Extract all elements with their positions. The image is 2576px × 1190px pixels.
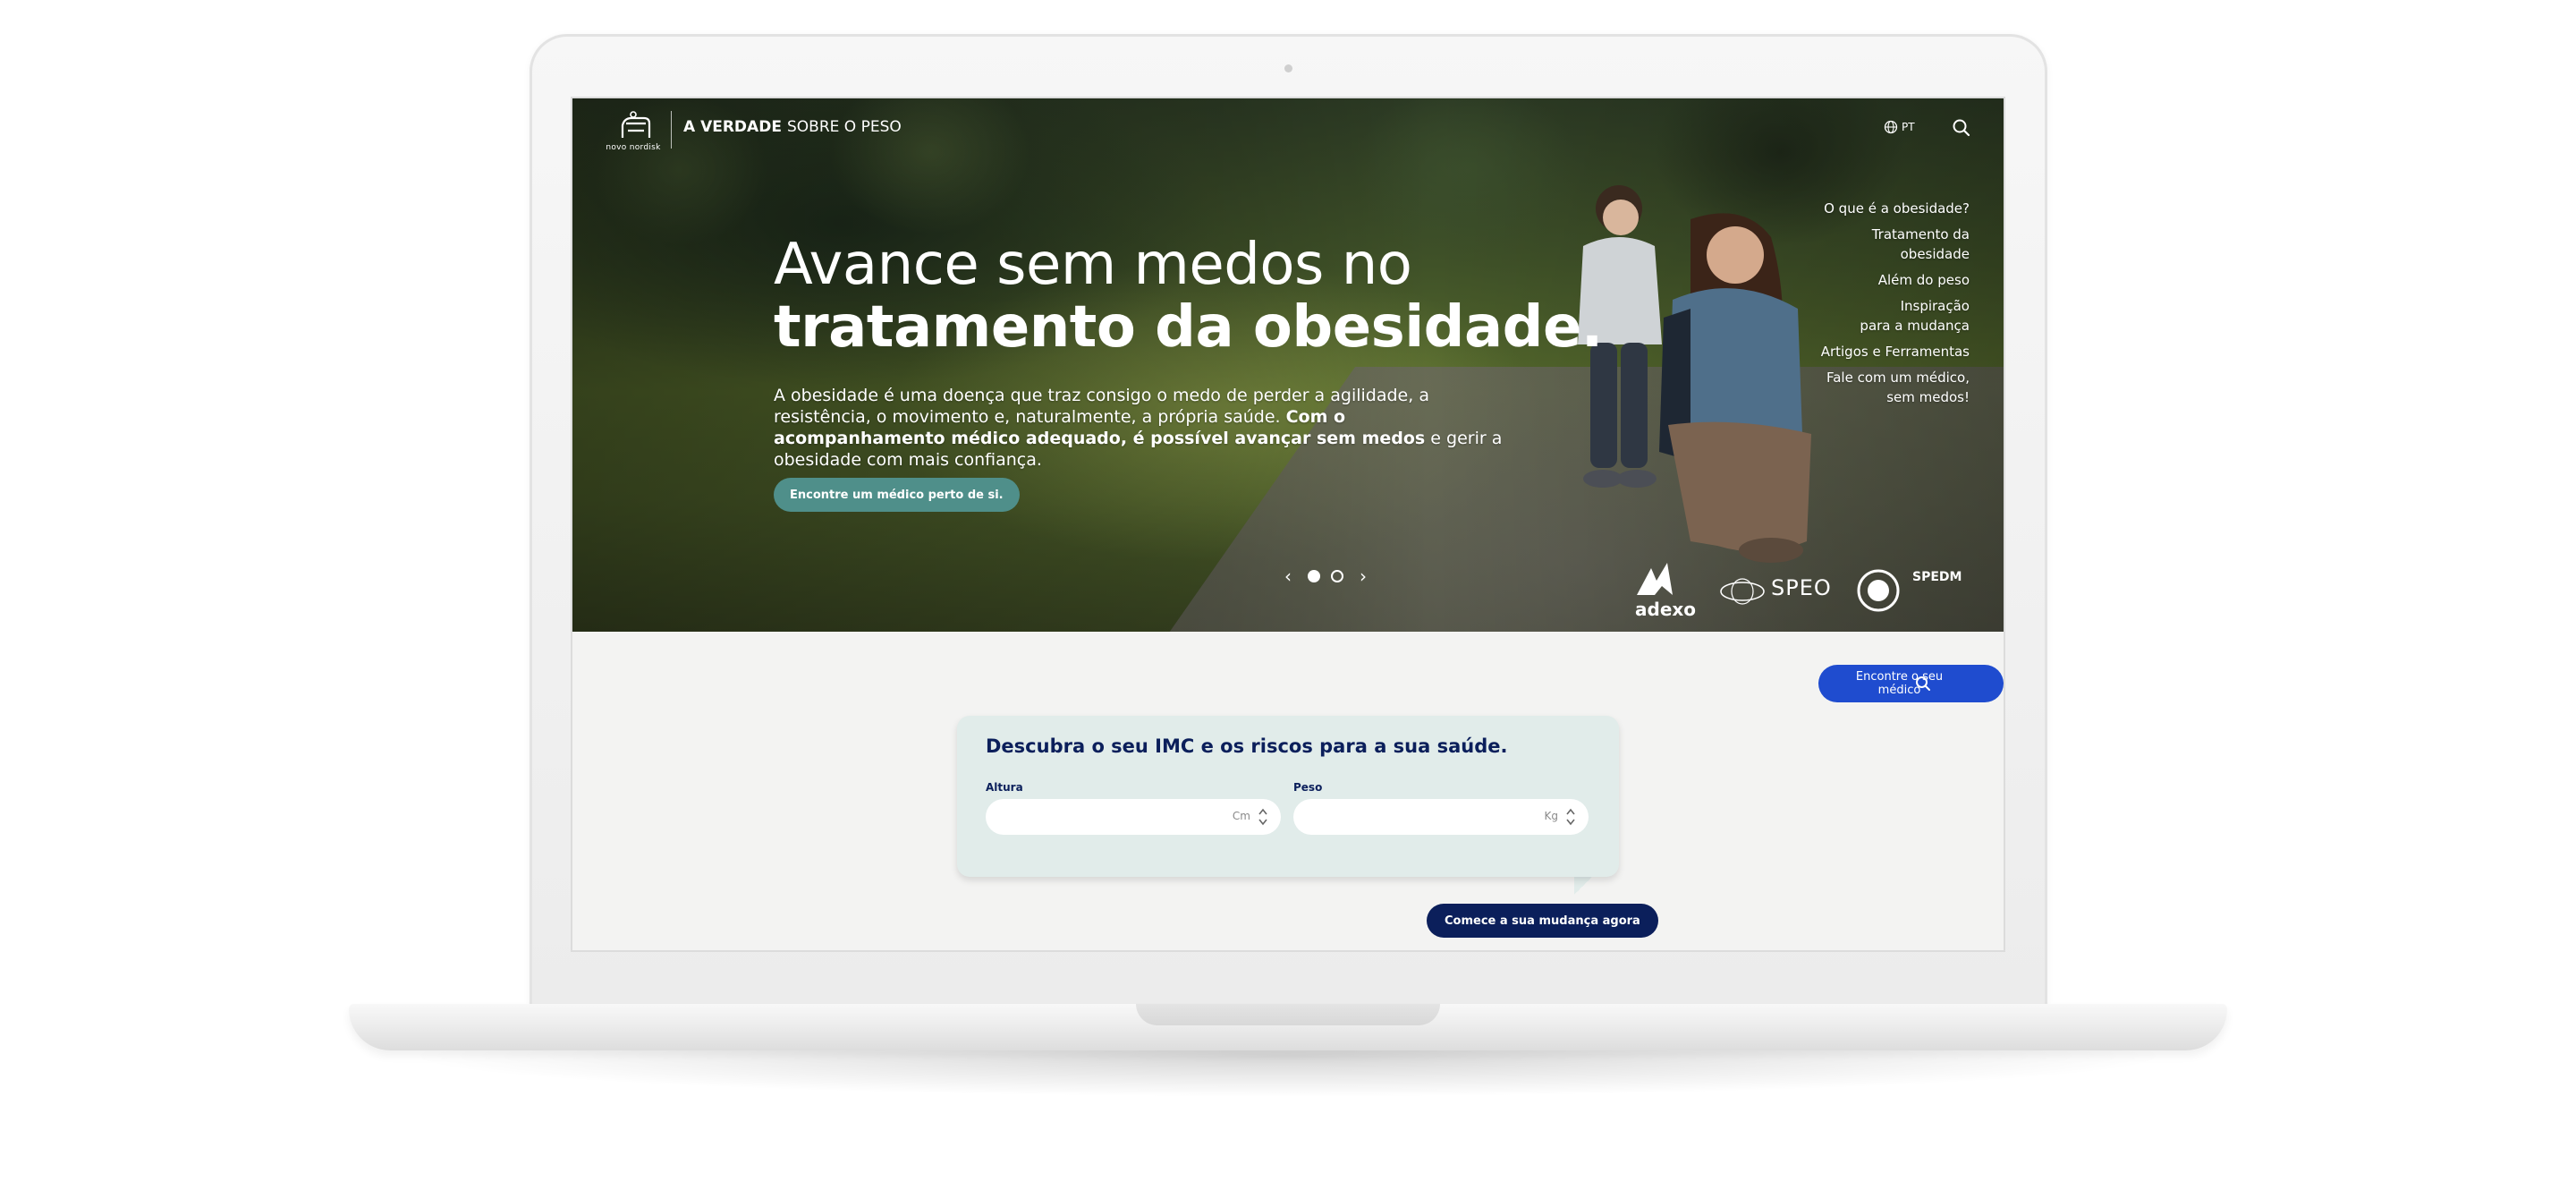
spedm-logo-text: SPEDM — [1912, 570, 1962, 584]
side-navigation: O que é a obesidade? Tratamento da obesi… — [1791, 199, 1970, 413]
nav-item-talk-to-doctor[interactable]: Fale com um médico, sem medos! — [1791, 368, 1970, 407]
logo-text: novo nordisk — [606, 143, 661, 152]
weight-field[interactable]: Kg — [1293, 799, 1589, 835]
site-header: novo nordisk A VERDADE SOBRE O PESO PT — [572, 98, 2004, 161]
spedm-logo: SPEDM — [1852, 568, 1986, 613]
find-doctor-near-you-button[interactable]: Encontre um médico perto de si. — [774, 478, 1020, 512]
adexo-logo: adexo — [1628, 559, 1699, 622]
hero-title: Avance sem medos no tratamento da obesid… — [774, 233, 1603, 358]
hero-title-line2: tratamento da obesidade. — [774, 294, 1603, 361]
speo-logo: SPEO — [1717, 575, 1843, 611]
find-doctor-search-icon — [1916, 676, 1930, 691]
height-stepper-icon[interactable] — [1258, 806, 1268, 828]
hero-description: A obesidade é uma doença que traz consig… — [774, 385, 1516, 471]
weight-stepper-icon[interactable] — [1565, 806, 1576, 828]
brand-title-bold[interactable]: A VERDADE — [683, 118, 782, 136]
nav-item-inspiration[interactable]: Inspiração para a mudança — [1791, 296, 1970, 336]
carousel-prev-icon[interactable]: ‹ — [1279, 565, 1297, 587]
carousel-dot-1[interactable] — [1308, 570, 1320, 582]
spedm-seal-icon — [1857, 569, 1900, 612]
height-unit: Cm — [1232, 810, 1250, 822]
adexo-logo-text: adexo — [1635, 599, 1697, 620]
hero-banner: novo nordisk A VERDADE SOBRE O PESO PT O… — [572, 98, 2004, 632]
brand-title-light[interactable]: SOBRE O PESO — [787, 118, 902, 136]
laptop-camera — [1284, 64, 1292, 72]
height-input[interactable] — [1000, 806, 1227, 829]
laptop-notch — [1136, 1004, 1440, 1025]
nav-item-beyond-weight[interactable]: Além do peso — [1791, 270, 1970, 290]
novo-nordisk-logo[interactable]: novo nordisk — [605, 111, 662, 154]
adexo-figure-icon — [1637, 563, 1673, 595]
nav-item-articles-tools[interactable]: Artigos e Ferramentas — [1791, 342, 1970, 361]
search-icon — [1953, 119, 1970, 137]
speo-logo-text: SPEO — [1771, 575, 1832, 600]
nav-item-what-is-obesity[interactable]: O que é a obesidade? — [1791, 199, 1970, 218]
bmi-title: Descubra o seu IMC e os riscos para a su… — [986, 735, 1508, 757]
partner-logos: adexo SPEO SPEDM — [1628, 559, 1986, 622]
nav-item-obesity-treatment[interactable]: Tratamento da obesidade — [1791, 225, 1970, 264]
search-button[interactable] — [1950, 116, 1973, 140]
browser-screen: novo nordisk A VERDADE SOBRE O PESO PT O… — [572, 98, 2004, 950]
find-your-doctor-button[interactable]: Encontre o seu médico — [1818, 665, 2004, 702]
language-selector[interactable]: PT — [1884, 118, 1915, 136]
hero-title-line1: Avance sem medos no — [774, 232, 1412, 298]
weight-input[interactable] — [1308, 806, 1535, 829]
bmi-calculator-card: Descubra o seu IMC e os riscos para a su… — [957, 716, 1619, 877]
speo-emblem-icon — [1720, 578, 1765, 605]
hero-carousel-controls: ‹ › — [1243, 564, 1386, 591]
height-field[interactable]: Cm — [986, 799, 1281, 835]
carousel-next-icon[interactable]: › — [1354, 565, 1372, 587]
height-label: Altura — [986, 781, 1023, 794]
apis-bull-icon — [621, 111, 651, 138]
weight-label: Peso — [1293, 781, 1323, 794]
start-change-button[interactable]: Comece a sua mudança agora — [1427, 904, 1658, 938]
globe-icon — [1884, 120, 1898, 134]
weight-unit: Kg — [1544, 810, 1559, 822]
carousel-dot-2[interactable] — [1331, 570, 1343, 582]
language-label: PT — [1902, 121, 1915, 133]
header-divider — [671, 111, 672, 149]
